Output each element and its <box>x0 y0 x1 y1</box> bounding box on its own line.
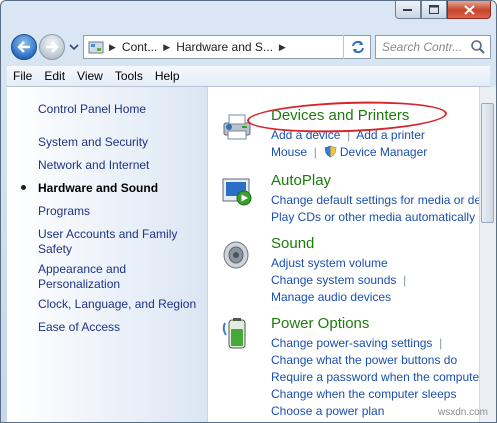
shield-icon <box>324 145 336 158</box>
forward-button[interactable] <box>39 34 65 60</box>
link-separator: | <box>399 273 407 287</box>
search-icon[interactable] <box>470 39 486 55</box>
main-panel: Devices and Printers Add a device | Add … <box>208 87 496 422</box>
search-input[interactable]: Search Contr... <box>376 40 470 54</box>
content-area: Control Panel Home System and Security N… <box>7 87 496 422</box>
close-icon <box>463 4 475 15</box>
sidebar-item-appearance[interactable]: Appearance and Personalization <box>38 262 203 292</box>
navigation-bar: ▶ Cont... ▶ Hardware and S... ▶ Search C… <box>7 31 491 63</box>
sound-title[interactable]: Sound <box>271 235 314 252</box>
change-power-buttons-link[interactable]: Change what the power buttons do <box>271 353 457 367</box>
close-button[interactable] <box>447 1 491 19</box>
address-bar[interactable]: ▶ Cont... ▶ Hardware and S... ▶ <box>83 35 371 59</box>
manage-audio-devices-link[interactable]: Manage audio devices <box>271 290 391 304</box>
autoplay-icon[interactable] <box>220 174 254 208</box>
window: ▶ Cont... ▶ Hardware and S... ▶ Search C… <box>0 0 497 423</box>
sidebar-item-network-and-internet[interactable]: Network and Internet <box>38 158 203 173</box>
refresh-button[interactable] <box>343 35 372 59</box>
menu-view[interactable]: View <box>71 69 109 83</box>
devices-links-row-2: Mouse | Device Manager <box>271 145 427 159</box>
mouse-link[interactable]: Mouse <box>271 145 307 159</box>
scrollbar-thumb[interactable] <box>481 103 494 223</box>
sidebar-item-ease-of-access[interactable]: Ease of Access <box>38 320 203 335</box>
active-item-bullet <box>21 185 26 190</box>
device-manager-link[interactable]: Device Manager <box>340 145 427 159</box>
power-links-row-1: Change power-saving settings | <box>271 336 442 350</box>
autoplay-title[interactable]: AutoPlay <box>271 172 331 189</box>
change-sleep-time-link[interactable]: Change when the computer sleeps <box>271 387 456 401</box>
menu-tools[interactable]: Tools <box>109 69 149 83</box>
change-system-sounds-link[interactable]: Change system sounds <box>271 273 396 287</box>
recent-pages-chevron-icon[interactable] <box>69 42 79 52</box>
link-separator: | <box>310 145 321 159</box>
speaker-icon[interactable] <box>220 237 254 271</box>
sidebar-item-system-and-security[interactable]: System and Security <box>38 135 203 150</box>
maximize-button[interactable] <box>421 1 447 19</box>
sidebar-item-clock-language-region[interactable]: Clock, Language, and Region <box>38 297 203 312</box>
sound-links-row-1: Adjust system volume <box>271 256 388 270</box>
change-power-saving-settings-link[interactable]: Change power-saving settings <box>271 336 432 350</box>
minimize-button[interactable] <box>395 1 421 19</box>
sidebar-item-programs[interactable]: Programs <box>38 204 203 219</box>
menu-help[interactable]: Help <box>149 69 186 83</box>
adjust-system-volume-link[interactable]: Adjust system volume <box>271 256 388 270</box>
battery-icon[interactable] <box>220 317 254 351</box>
caption-buttons <box>395 1 491 19</box>
change-default-media-settings-link[interactable]: Change default settings for media or dev… <box>271 193 496 207</box>
play-cds-automatically-link[interactable]: Play CDs or other media automatically <box>271 210 475 224</box>
control-panel-icon <box>88 41 104 54</box>
menu-bar: File Edit View Tools Help <box>7 66 490 87</box>
minimize-icon <box>403 8 412 11</box>
printer-icon[interactable] <box>220 109 254 143</box>
search-box[interactable]: Search Contr... <box>375 35 491 59</box>
sound-links-row-2: Change system sounds | <box>271 273 406 287</box>
power-options-title[interactable]: Power Options <box>271 315 369 332</box>
back-button[interactable] <box>11 34 37 60</box>
vertical-scrollbar[interactable] <box>479 87 496 422</box>
address-chevron-icon[interactable]: ▶ <box>107 42 118 53</box>
sidebar-control-panel-home[interactable]: Control Panel Home <box>38 102 146 116</box>
menu-edit[interactable]: Edit <box>38 69 71 83</box>
sidebar-item-hardware-and-sound[interactable]: Hardware and Sound <box>38 181 203 196</box>
choose-power-plan-link[interactable]: Choose a power plan <box>271 404 384 418</box>
arrow-left-icon <box>17 41 30 53</box>
breadcrumb-chevron-icon[interactable]: ▶ <box>161 42 172 53</box>
breadcrumb-chevron-icon[interactable]: ▶ <box>277 42 288 53</box>
maximize-icon <box>429 5 439 14</box>
watermark: wsxdn.com <box>437 407 488 418</box>
breadcrumb-control-panel[interactable]: Cont... <box>118 40 161 54</box>
refresh-icon <box>352 40 364 54</box>
menu-file[interactable]: File <box>7 69 38 83</box>
link-separator: | <box>435 336 443 350</box>
breadcrumb-hardware-and-sound[interactable]: Hardware and S... <box>172 40 277 54</box>
require-password-on-wake-link[interactable]: Require a password when the computer wak… <box>271 370 496 384</box>
sidebar-item-user-accounts[interactable]: User Accounts and Family Safety <box>38 227 203 257</box>
sidebar: Control Panel Home System and Security N… <box>7 87 208 422</box>
arrow-right-icon <box>46 41 59 53</box>
